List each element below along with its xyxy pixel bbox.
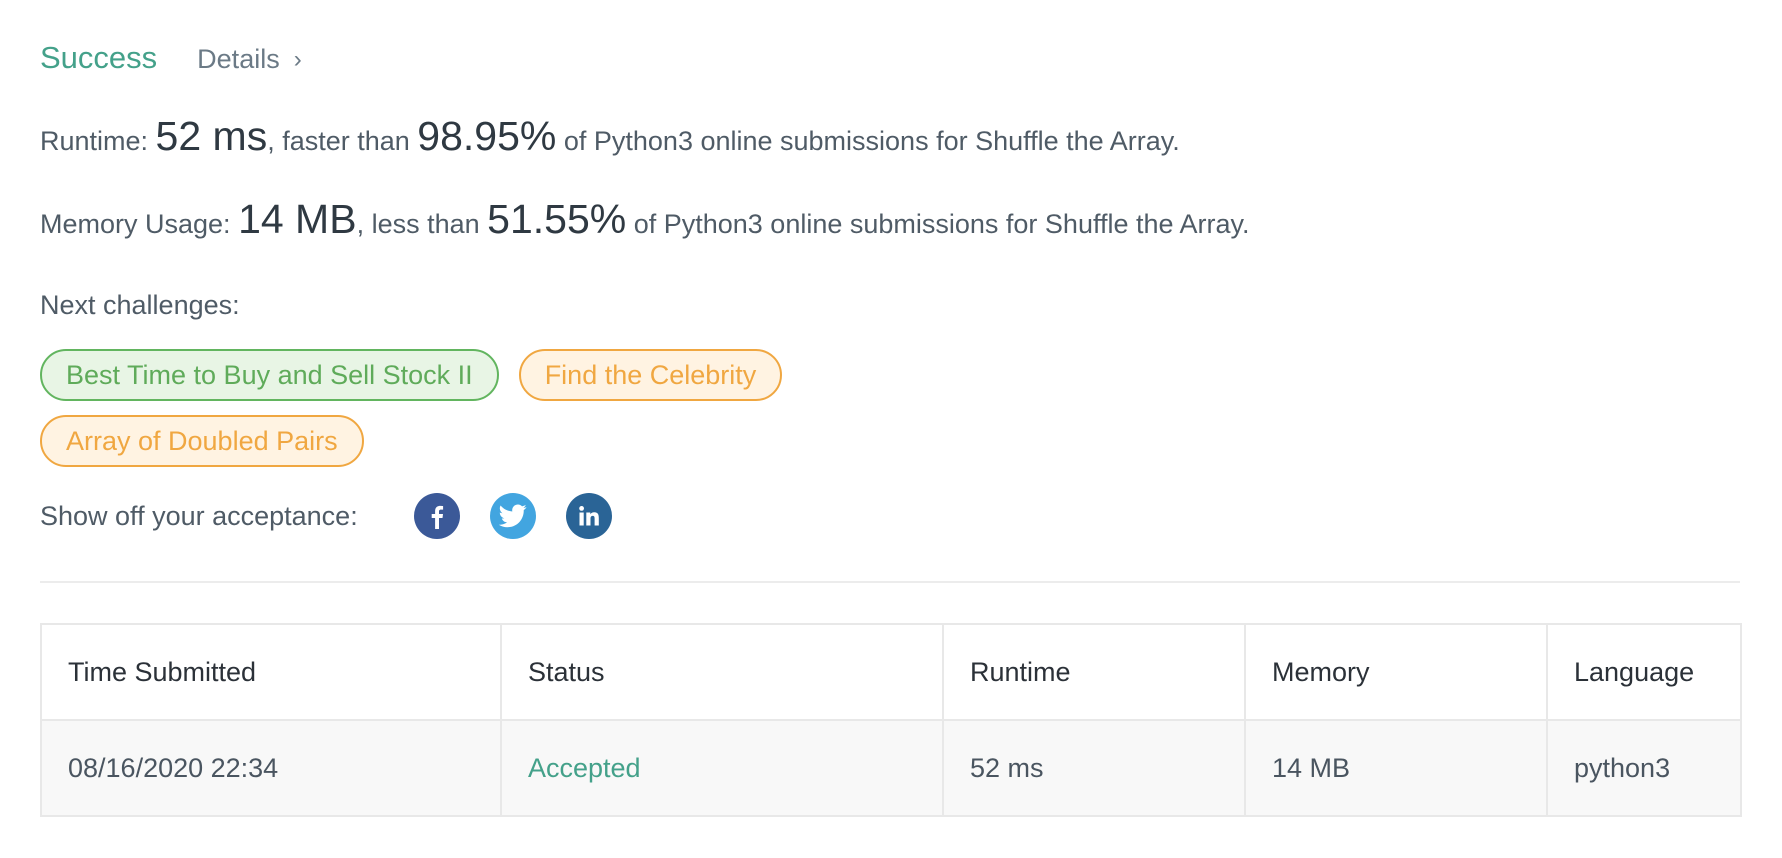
- column-header-status[interactable]: Status: [500, 623, 944, 721]
- details-label: Details: [197, 44, 280, 74]
- table-row: 08/16/2020 22:34 Accepted 52 ms 14 MB py…: [40, 719, 1742, 817]
- linkedin-icon[interactable]: [565, 493, 612, 539]
- table-header-row: Time Submitted Status Runtime Memory Lan…: [40, 623, 1742, 721]
- cell-runtime: 52 ms: [942, 719, 1246, 817]
- facebook-icon[interactable]: [413, 493, 460, 539]
- memory-label: Memory Usage:: [40, 209, 239, 239]
- next-challenges-label: Next challenges:: [40, 290, 240, 320]
- column-header-memory[interactable]: Memory: [1244, 623, 1548, 721]
- cell-memory: 14 MB: [1244, 719, 1548, 817]
- memory-value: 14 MB: [238, 196, 357, 242]
- memory-suffix: of Python3 online submissions for Shuffl…: [626, 209, 1250, 239]
- details-link[interactable]: Details ›: [197, 44, 302, 75]
- challenge-chip-find-celebrity[interactable]: Find the Celebrity: [518, 349, 783, 401]
- runtime-label: Runtime:: [40, 126, 156, 156]
- submission-result-panel: Success Details › Runtime: 52 ms, faster…: [40, 40, 1742, 817]
- share-row: Show off your acceptance:: [40, 491, 1740, 541]
- memory-percent: 51.55%: [487, 196, 627, 242]
- cell-language: python3: [1546, 719, 1742, 817]
- runtime-suffix: of Python3 online submissions for Shuffl…: [556, 126, 1180, 156]
- column-header-runtime[interactable]: Runtime: [942, 623, 1246, 721]
- runtime-value: 52 ms: [155, 113, 268, 159]
- result-status: Success: [40, 40, 158, 75]
- twitter-icon[interactable]: [489, 493, 536, 539]
- next-challenges-list: Best Time to Buy and Sell Stock II Find …: [40, 349, 940, 481]
- column-header-language[interactable]: Language: [1546, 623, 1742, 721]
- challenge-chip-best-time-stock-ii[interactable]: Best Time to Buy and Sell Stock II: [40, 349, 499, 401]
- cell-time-submitted: 08/16/2020 22:34: [40, 719, 502, 817]
- cell-status-link[interactable]: Accepted: [500, 719, 944, 817]
- chevron-right-icon: ›: [293, 45, 302, 73]
- section-divider: [40, 581, 1740, 583]
- memory-comparison: , less than: [356, 209, 488, 239]
- result-header: Success Details ›: [40, 40, 1740, 92]
- runtime-percent: 98.95%: [417, 113, 557, 159]
- runtime-stat: Runtime: 52 ms, faster than 98.95% of Py…: [40, 116, 1740, 157]
- memory-stat: Memory Usage: 14 MB, less than 51.55% of…: [40, 199, 1740, 240]
- column-header-time-submitted[interactable]: Time Submitted: [40, 623, 502, 721]
- challenge-chip-array-doubled-pairs[interactable]: Array of Doubled Pairs: [40, 415, 364, 467]
- submissions-table: Time Submitted Status Runtime Memory Lan…: [40, 623, 1742, 817]
- runtime-comparison: , faster than: [267, 126, 418, 156]
- share-label: Show off your acceptance:: [40, 500, 358, 531]
